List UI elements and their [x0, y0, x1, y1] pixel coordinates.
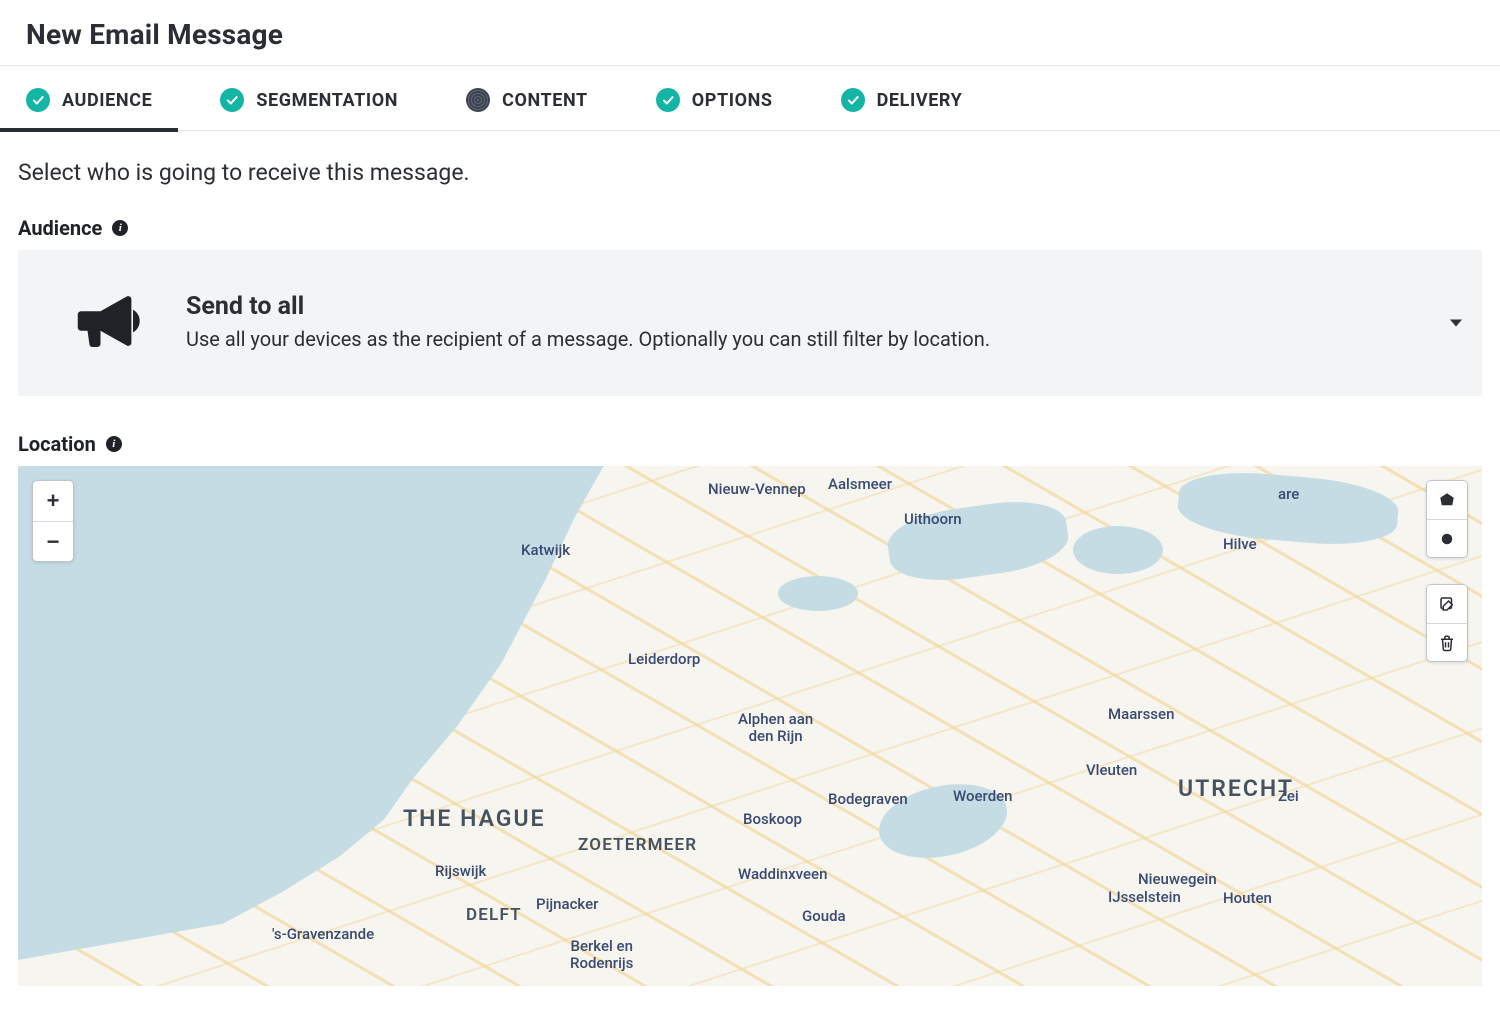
section-label-text: Location [18, 432, 96, 456]
map-lake [1073, 526, 1163, 574]
map-zoom-control: + − [32, 480, 74, 562]
info-icon[interactable]: i [106, 436, 122, 452]
tab-label: CONTENT [502, 90, 588, 111]
tab-options[interactable]: OPTIONS [656, 88, 773, 114]
fingerprint-icon [466, 88, 490, 112]
chevron-down-icon [1450, 320, 1462, 327]
check-icon [220, 88, 244, 112]
megaphone-icon [68, 282, 146, 364]
map-lake [778, 576, 858, 611]
page-title: New Email Message [26, 18, 1474, 51]
tab-label: SEGMENTATION [256, 90, 398, 111]
tab-label: AUDIENCE [62, 90, 152, 111]
delete-shapes-button[interactable] [1427, 623, 1467, 661]
tab-audience[interactable]: AUDIENCE [26, 88, 152, 114]
intro-text: Select who is going to receive this mess… [18, 159, 1482, 186]
audience-section-label: Audience i [18, 216, 1482, 240]
map-draw-control [1426, 480, 1468, 558]
tab-delivery[interactable]: DELIVERY [841, 88, 963, 114]
check-icon [656, 88, 680, 112]
audience-card-description: Use all your devices as the recipient of… [186, 325, 990, 354]
section-label-text: Audience [18, 216, 102, 240]
audience-selector[interactable]: Send to all Use all your devices as the … [18, 250, 1482, 396]
map-edit-control [1426, 584, 1468, 662]
draw-polygon-button[interactable] [1427, 481, 1467, 519]
draw-circle-button[interactable] [1427, 519, 1467, 557]
location-map[interactable]: THE HAGUEUTRECHTZOETERMEERDELFTNieuw-Ven… [18, 466, 1482, 986]
location-section-label: Location i [18, 432, 1482, 456]
tab-segmentation[interactable]: SEGMENTATION [220, 88, 398, 114]
check-icon [26, 88, 50, 112]
wizard-tabs: AUDIENCE SEGMENTATION CONTENT OPTIONS DE… [0, 66, 1500, 131]
zoom-out-button[interactable]: − [33, 521, 73, 561]
audience-card-title: Send to all [186, 292, 990, 321]
tab-label: DELIVERY [877, 90, 963, 111]
tab-content[interactable]: CONTENT [466, 88, 588, 114]
info-icon[interactable]: i [112, 220, 128, 236]
tab-label: OPTIONS [692, 90, 773, 111]
check-icon [841, 88, 865, 112]
zoom-in-button[interactable]: + [33, 481, 73, 521]
edit-shapes-button[interactable] [1427, 585, 1467, 623]
